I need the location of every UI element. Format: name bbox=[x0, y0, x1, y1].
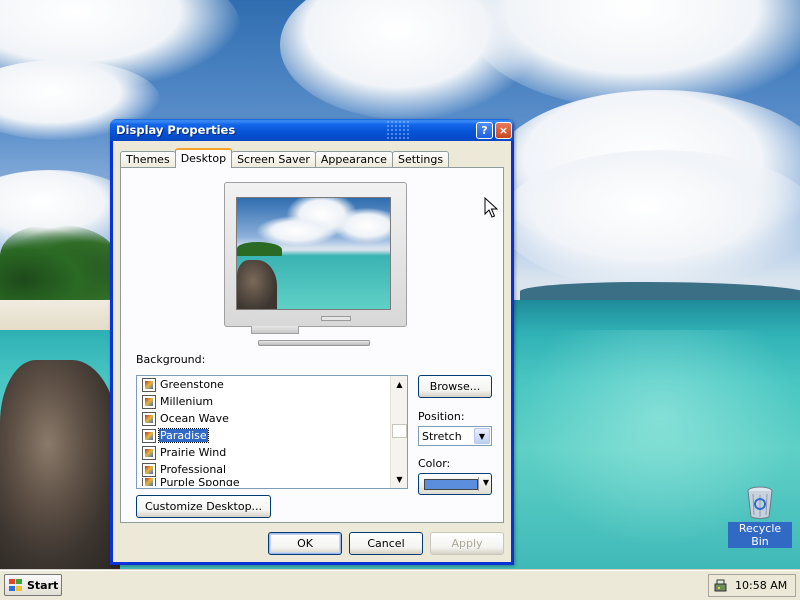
monitor-base bbox=[258, 340, 370, 346]
start-label: Start bbox=[27, 578, 59, 592]
apply-button[interactable]: Apply bbox=[430, 532, 504, 555]
cancel-button[interactable]: Cancel bbox=[349, 532, 423, 555]
list-item[interactable]: Purple Sponge bbox=[137, 478, 407, 486]
monitor-panel bbox=[321, 316, 351, 321]
wallpaper-file-icon bbox=[142, 428, 156, 443]
browse-button[interactable]: Browse... bbox=[418, 375, 492, 398]
list-item[interactable]: Millenium bbox=[137, 393, 407, 410]
wallpaper-file-icon bbox=[142, 394, 156, 409]
windows-logo-icon bbox=[8, 578, 24, 592]
wallpaper-file-icon bbox=[142, 377, 156, 392]
list-item[interactable]: Greenstone bbox=[137, 376, 407, 393]
tab-desktop[interactable]: Desktop bbox=[174, 148, 233, 168]
position-label: Position: bbox=[418, 410, 465, 423]
customize-desktop-button[interactable]: Customize Desktop... bbox=[136, 495, 271, 518]
recycle-bin-label: Recycle Bin bbox=[728, 522, 792, 548]
recycle-bin-icon bbox=[746, 486, 774, 520]
list-item[interactable]: Professional bbox=[137, 461, 407, 478]
help-button[interactable]: ? bbox=[476, 121, 493, 139]
system-tray: 10:58 AM bbox=[708, 574, 796, 597]
tab-settings[interactable]: Settings bbox=[391, 151, 450, 168]
position-value: Stretch bbox=[422, 429, 462, 443]
display-properties-window: Display Properties ? × Themes Desktop Sc… bbox=[110, 119, 514, 565]
tab-screen-saver[interactable]: Screen Saver bbox=[231, 151, 316, 168]
background-list[interactable]: Greenstone Millenium Ocean Wave Paradise… bbox=[136, 375, 408, 489]
monitor-preview bbox=[224, 182, 407, 327]
close-icon: × bbox=[498, 123, 509, 137]
tab-themes[interactable]: Themes bbox=[120, 151, 176, 168]
window-title: Display Properties bbox=[116, 123, 236, 137]
wallpaper-file-icon bbox=[142, 411, 156, 426]
list-item-label: Prairie Wind bbox=[160, 446, 227, 459]
tab-strip: Themes Desktop Screen Saver Appearance S… bbox=[120, 148, 450, 168]
ok-button[interactable]: OK bbox=[268, 532, 342, 555]
title-bar-pattern bbox=[386, 120, 410, 140]
wallpaper-file-icon bbox=[142, 478, 156, 486]
wallpaper-file-icon bbox=[142, 445, 156, 460]
wallpaper-rocks bbox=[0, 360, 120, 570]
list-item-label: Professional bbox=[160, 463, 227, 476]
wallpaper-trees bbox=[0, 225, 120, 303]
recycle-bin-shortcut[interactable]: Recycle Bin bbox=[728, 486, 792, 548]
chevron-down-icon[interactable]: ▼ bbox=[474, 428, 490, 444]
wallpaper-file-icon bbox=[142, 462, 156, 477]
list-item-selected[interactable]: Paradise bbox=[137, 427, 407, 444]
safely-remove-hardware-icon[interactable] bbox=[713, 578, 729, 594]
monitor-neck bbox=[251, 326, 299, 334]
scroll-thumb[interactable] bbox=[392, 424, 407, 438]
title-bar[interactable]: Display Properties ? × bbox=[110, 119, 514, 141]
color-button-divider bbox=[478, 477, 479, 491]
help-icon: ? bbox=[481, 123, 488, 137]
list-item[interactable]: Ocean Wave bbox=[137, 410, 407, 427]
list-item-label: Greenstone bbox=[160, 378, 224, 391]
position-dropdown[interactable]: Stretch ▼ bbox=[418, 426, 492, 446]
color-label: Color: bbox=[418, 457, 451, 470]
list-item-label: Purple Sponge bbox=[160, 478, 240, 486]
list-scrollbar[interactable]: ▲ ▼ bbox=[390, 376, 407, 488]
wallpaper-preview bbox=[236, 197, 391, 310]
scroll-down-icon[interactable]: ▼ bbox=[391, 471, 407, 488]
chevron-down-icon: ▼ bbox=[482, 478, 489, 487]
taskbar: Start 10:58 AM bbox=[0, 570, 800, 600]
list-item[interactable]: Prairie Wind bbox=[137, 444, 407, 461]
desktop-tab-panel: Background: Greenstone Millenium Ocean W… bbox=[120, 167, 504, 523]
clock[interactable]: 10:58 AM bbox=[735, 579, 787, 592]
list-item-label: Ocean Wave bbox=[160, 412, 229, 425]
background-label: Background: bbox=[136, 353, 206, 366]
list-item-label: Millenium bbox=[160, 395, 214, 408]
wallpaper-cloud bbox=[500, 150, 800, 290]
color-picker-button[interactable]: ▼ bbox=[418, 473, 492, 495]
close-button[interactable]: × bbox=[495, 121, 512, 139]
color-swatch bbox=[424, 479, 478, 490]
tab-appearance[interactable]: Appearance bbox=[314, 151, 393, 168]
scroll-up-icon[interactable]: ▲ bbox=[391, 376, 407, 393]
list-item-label: Paradise bbox=[158, 428, 209, 443]
start-button[interactable]: Start bbox=[4, 574, 62, 596]
